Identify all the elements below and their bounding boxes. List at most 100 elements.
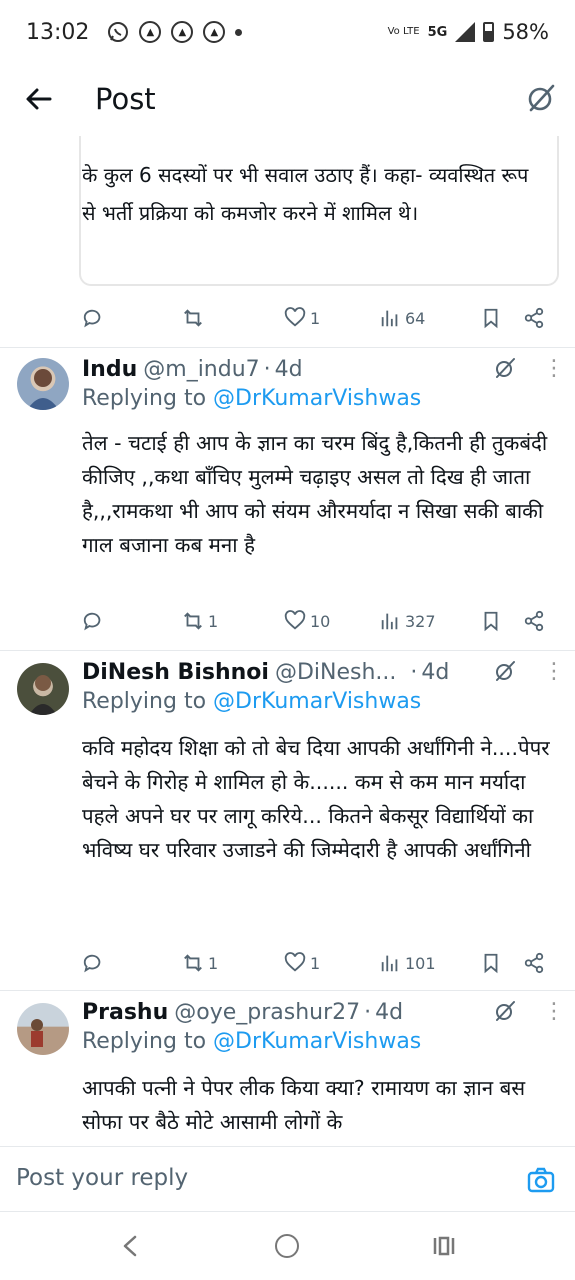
reply-icon — [83, 612, 101, 631]
reply-post[interactable]: DiNesh Bishnoi @DiNesh... · 4d ⋮ Replyin… — [0, 651, 575, 986]
reply-icon — [83, 309, 101, 328]
reply-button[interactable] — [82, 307, 104, 329]
heart-icon — [284, 307, 306, 327]
heart-icon — [284, 952, 306, 972]
reply-button[interactable] — [82, 952, 104, 974]
system-icons: Vo LTE 5G 58% — [388, 20, 549, 44]
more-options-icon[interactable]: ⋮ — [543, 1001, 565, 1023]
author-row: DiNesh Bishnoi @DiNesh... · 4d — [82, 655, 482, 689]
bookmark-button[interactable] — [480, 307, 502, 329]
views-button[interactable]: 101 — [379, 952, 436, 974]
post-feed[interactable]: के कुल 6 सदस्यों पर भी सवाल उठाए हैं। कह… — [0, 136, 575, 1146]
system-nav-bar — [0, 1212, 575, 1280]
bookmark-icon — [484, 611, 498, 632]
like-button[interactable]: 1 — [284, 952, 320, 974]
whatsapp-icon — [108, 22, 129, 42]
reply-post[interactable]: Indu @m_indu7 · 4d ⋮ Replying to @DrKuma… — [0, 348, 575, 646]
reply-composer: Post your reply — [0, 1146, 575, 1212]
reply-input[interactable]: Post your reply — [16, 1165, 188, 1191]
page-title: Post — [95, 82, 156, 116]
share-button[interactable] — [523, 610, 545, 632]
more-options-icon[interactable]: ⋮ — [543, 661, 565, 683]
news-app-icon: ▲ — [171, 21, 194, 43]
author-name[interactable]: Indu — [82, 357, 137, 382]
author-name[interactable]: DiNesh Bishnoi — [82, 660, 269, 685]
grok-icon[interactable] — [525, 82, 557, 114]
author-row: Prashu @oye_prashur27 · 4d — [82, 995, 482, 1029]
grok-icon[interactable] — [493, 356, 517, 380]
nav-recents-icon[interactable] — [432, 1236, 456, 1256]
separator-dot: · — [410, 659, 418, 685]
like-button[interactable]: 10 — [284, 610, 330, 632]
mention-link[interactable]: @DrKumarVishwas — [213, 386, 421, 411]
repost-count: 1 — [208, 611, 219, 631]
author-handle[interactable]: @m_indu7 — [143, 357, 259, 382]
nav-back-icon[interactable] — [120, 1234, 140, 1258]
separator-dot: · — [364, 999, 372, 1025]
grok-icon[interactable] — [493, 999, 517, 1023]
author-row: Indu @m_indu7 · 4d — [82, 352, 552, 386]
post-time: 4d — [375, 999, 404, 1025]
repost-button[interactable] — [182, 307, 208, 329]
repost-icon — [184, 309, 202, 327]
heart-icon — [284, 610, 306, 630]
news-app-icon: ▲ — [139, 21, 162, 43]
replying-prefix: Replying to — [82, 689, 207, 714]
repost-icon — [184, 612, 202, 630]
author-handle[interactable]: @oye_prashur27 — [174, 1000, 360, 1025]
view-count: 327 — [405, 611, 436, 631]
status-bar: 13:02 ▲ ▲ ▲ Vo LTE 5G 58% — [0, 0, 575, 64]
news-app-icon: ▲ — [203, 21, 226, 43]
avatar[interactable] — [17, 663, 69, 715]
repost-count: 1 — [208, 953, 219, 973]
replying-prefix: Replying to — [82, 1029, 207, 1054]
nav-home-icon[interactable] — [275, 1234, 299, 1258]
top-app-bar: Post — [0, 64, 575, 136]
replying-prefix: Replying to — [82, 386, 207, 411]
notification-icons: ▲ ▲ ▲ — [107, 21, 243, 43]
network-type: 5G — [427, 24, 448, 40]
views-button[interactable]: 327 — [379, 610, 436, 632]
author-handle[interactable]: @DiNesh... — [275, 660, 396, 685]
repost-button[interactable]: 1 — [182, 610, 218, 632]
battery-percent: 58% — [502, 20, 549, 44]
separator-dot: · — [263, 356, 271, 382]
views-icon — [381, 310, 398, 327]
like-button[interactable]: 1 — [284, 307, 320, 329]
bookmark-icon — [484, 953, 498, 974]
camera-icon[interactable] — [527, 1167, 555, 1193]
views-button[interactable]: 64 — [379, 307, 425, 329]
status-time: 13:02 — [26, 19, 90, 45]
views-icon — [381, 613, 398, 630]
more-notifications-dot — [235, 28, 243, 36]
quoted-post-text: के कुल 6 सदस्यों पर भी सवाल उठाए हैं। कह… — [82, 163, 529, 225]
avatar[interactable] — [17, 358, 69, 410]
post-text: कवि महोदय शिक्षा को तो बेच दिया आपकी अर्… — [82, 736, 550, 862]
back-arrow-icon[interactable] — [22, 82, 56, 116]
post-actions: 1 10 327 — [82, 606, 552, 636]
more-options-icon[interactable]: ⋮ — [543, 358, 565, 380]
volte-icon: Vo LTE — [387, 26, 420, 37]
post-actions: 1 1 101 — [82, 948, 552, 978]
repost-icon — [184, 954, 202, 972]
mention-link[interactable]: @DrKumarVishwas — [213, 689, 421, 714]
repost-button[interactable]: 1 — [182, 952, 218, 974]
share-icon — [524, 952, 544, 974]
share-button[interactable] — [523, 307, 545, 329]
battery-icon — [483, 22, 495, 42]
mention-link[interactable]: @DrKumarVishwas — [213, 1029, 421, 1054]
post-time: 4d — [421, 659, 450, 685]
like-count: 1 — [310, 308, 321, 328]
reply-button[interactable] — [82, 610, 104, 632]
reply-post[interactable]: Prashu @oye_prashur27 · 4d ⋮ Replying to… — [0, 991, 575, 1146]
grok-icon[interactable] — [493, 659, 517, 683]
share-button[interactable] — [523, 952, 545, 974]
author-name[interactable]: Prashu — [82, 1000, 168, 1025]
post-text: आपकी पत्नी ने पेपर लीक किया क्या? रामायण… — [82, 1076, 526, 1134]
replying-to: Replying to @DrKumarVishwas — [82, 1029, 421, 1054]
bookmark-button[interactable] — [480, 610, 502, 632]
post-time: 4d — [274, 356, 303, 382]
avatar[interactable] — [17, 1003, 69, 1055]
like-count: 10 — [310, 611, 331, 631]
bookmark-button[interactable] — [480, 952, 502, 974]
